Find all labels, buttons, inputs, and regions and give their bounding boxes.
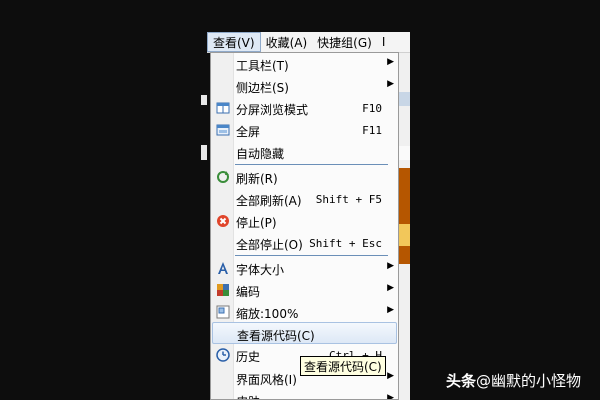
menu-item-stop[interactable]: 停止(P) <box>211 210 398 232</box>
menu-item-split-view[interactable]: 分屏浏览模式 F10 <box>211 97 398 119</box>
menu-quick-group[interactable]: 快捷组(G) <box>312 32 377 52</box>
content-segment <box>399 92 410 106</box>
menu-item-fullscreen[interactable]: 全屏 F11 <box>211 119 398 141</box>
watermark: 头条@幽默的小怪物 <box>446 370 581 391</box>
shortcut-label: F10 <box>362 102 382 115</box>
font-size-icon <box>216 261 230 275</box>
background-window-fragment <box>201 145 207 160</box>
menu-next-truncated[interactable]: I <box>377 32 391 52</box>
submenu-arrow-icon: ▶ <box>387 393 394 400</box>
menu-item-label: 工具栏(T) <box>236 59 289 73</box>
menu-item-toolbar[interactable]: 工具栏(T) ▶ <box>211 53 398 75</box>
menu-item-label: 编码 <box>236 285 261 299</box>
menu-bar: 查看(V) 收藏(A) 快捷组(G) I <box>207 32 410 53</box>
submenu-arrow-icon: ▶ <box>387 305 394 315</box>
menu-item-label: 缩放:100% <box>236 307 299 321</box>
menu-item-label: 查看源代码(C) <box>237 329 315 343</box>
fullscreen-icon <box>216 123 230 137</box>
menu-item-font-size[interactable]: 字体大小 ▶ <box>211 257 398 279</box>
submenu-arrow-icon: ▶ <box>387 371 394 381</box>
browser-content-edge <box>399 34 410 400</box>
menu-view[interactable]: 查看(V) <box>207 32 261 52</box>
content-segment <box>399 224 410 246</box>
shortcut-label: F11 <box>362 124 382 137</box>
menu-item-sidebar[interactable]: 侧边栏(S) ▶ <box>211 75 398 97</box>
encoding-icon <box>216 283 230 297</box>
menu-item-refresh-all[interactable]: 全部刷新(A) Shift + F5 <box>211 188 398 210</box>
split-view-icon <box>216 101 230 115</box>
stop-icon <box>216 214 230 228</box>
content-segment <box>399 146 410 160</box>
desktop-background <box>0 0 207 400</box>
menu-item-stop-all[interactable]: 全部停止(O) Shift + Esc <box>211 232 398 254</box>
menu-item-zoom[interactable]: 缩放:100% ▶ <box>211 301 398 323</box>
history-icon <box>216 348 230 362</box>
zoom-icon <box>216 305 230 319</box>
submenu-arrow-icon: ▶ <box>387 261 394 271</box>
menu-separator <box>235 255 388 256</box>
menu-item-view-source[interactable]: 查看源代码(C) <box>212 322 397 344</box>
menu-item-label: 侧边栏(S) <box>236 81 289 95</box>
menu-item-label: 全部刷新(A) <box>236 194 302 208</box>
menu-item-skin[interactable]: 皮肤 ▶ <box>211 389 398 400</box>
menu-item-auto-hide[interactable]: 自动隐藏 <box>211 141 398 163</box>
submenu-arrow-icon: ▶ <box>387 283 394 293</box>
menu-favorites[interactable]: 收藏(A) <box>261 32 313 52</box>
menu-item-label: 全部停止(O) <box>236 238 303 252</box>
watermark-brand: 头条 <box>446 372 477 390</box>
menu-item-label: 皮肤 <box>236 393 260 399</box>
menu-item-label: 刷新(R) <box>236 172 278 186</box>
background-window-fragment <box>201 95 207 105</box>
menu-item-label: 界面风格(I) <box>236 373 297 387</box>
menu-item-label: 字体大小 <box>236 263 285 277</box>
menu-item-label: 停止(P) <box>236 216 277 230</box>
submenu-arrow-icon: ▶ <box>387 57 394 67</box>
watermark-handle: @幽默的小怪物 <box>476 372 582 390</box>
menu-separator <box>235 164 388 165</box>
menu-item-label: 全屏 <box>236 125 261 139</box>
menu-item-label: 自动隐藏 <box>236 147 285 161</box>
tooltip: 查看源代码(C) <box>300 356 386 376</box>
menu-item-label: 分屏浏览模式 <box>236 103 309 117</box>
menu-item-encoding[interactable]: 编码 ▶ <box>211 279 398 301</box>
menu-item-label: 历史 <box>236 350 261 364</box>
shortcut-label: Shift + Esc <box>309 237 382 250</box>
menu-item-refresh[interactable]: 刷新(R) <box>211 166 398 188</box>
refresh-icon <box>216 170 230 184</box>
shortcut-label: Shift + F5 <box>315 193 382 206</box>
content-segment <box>399 168 410 264</box>
view-dropdown-menu: 工具栏(T) ▶ 侧边栏(S) ▶ 分屏浏览模式 F10 全屏 F11 自动隐藏… <box>210 52 399 400</box>
submenu-arrow-icon: ▶ <box>387 79 394 89</box>
